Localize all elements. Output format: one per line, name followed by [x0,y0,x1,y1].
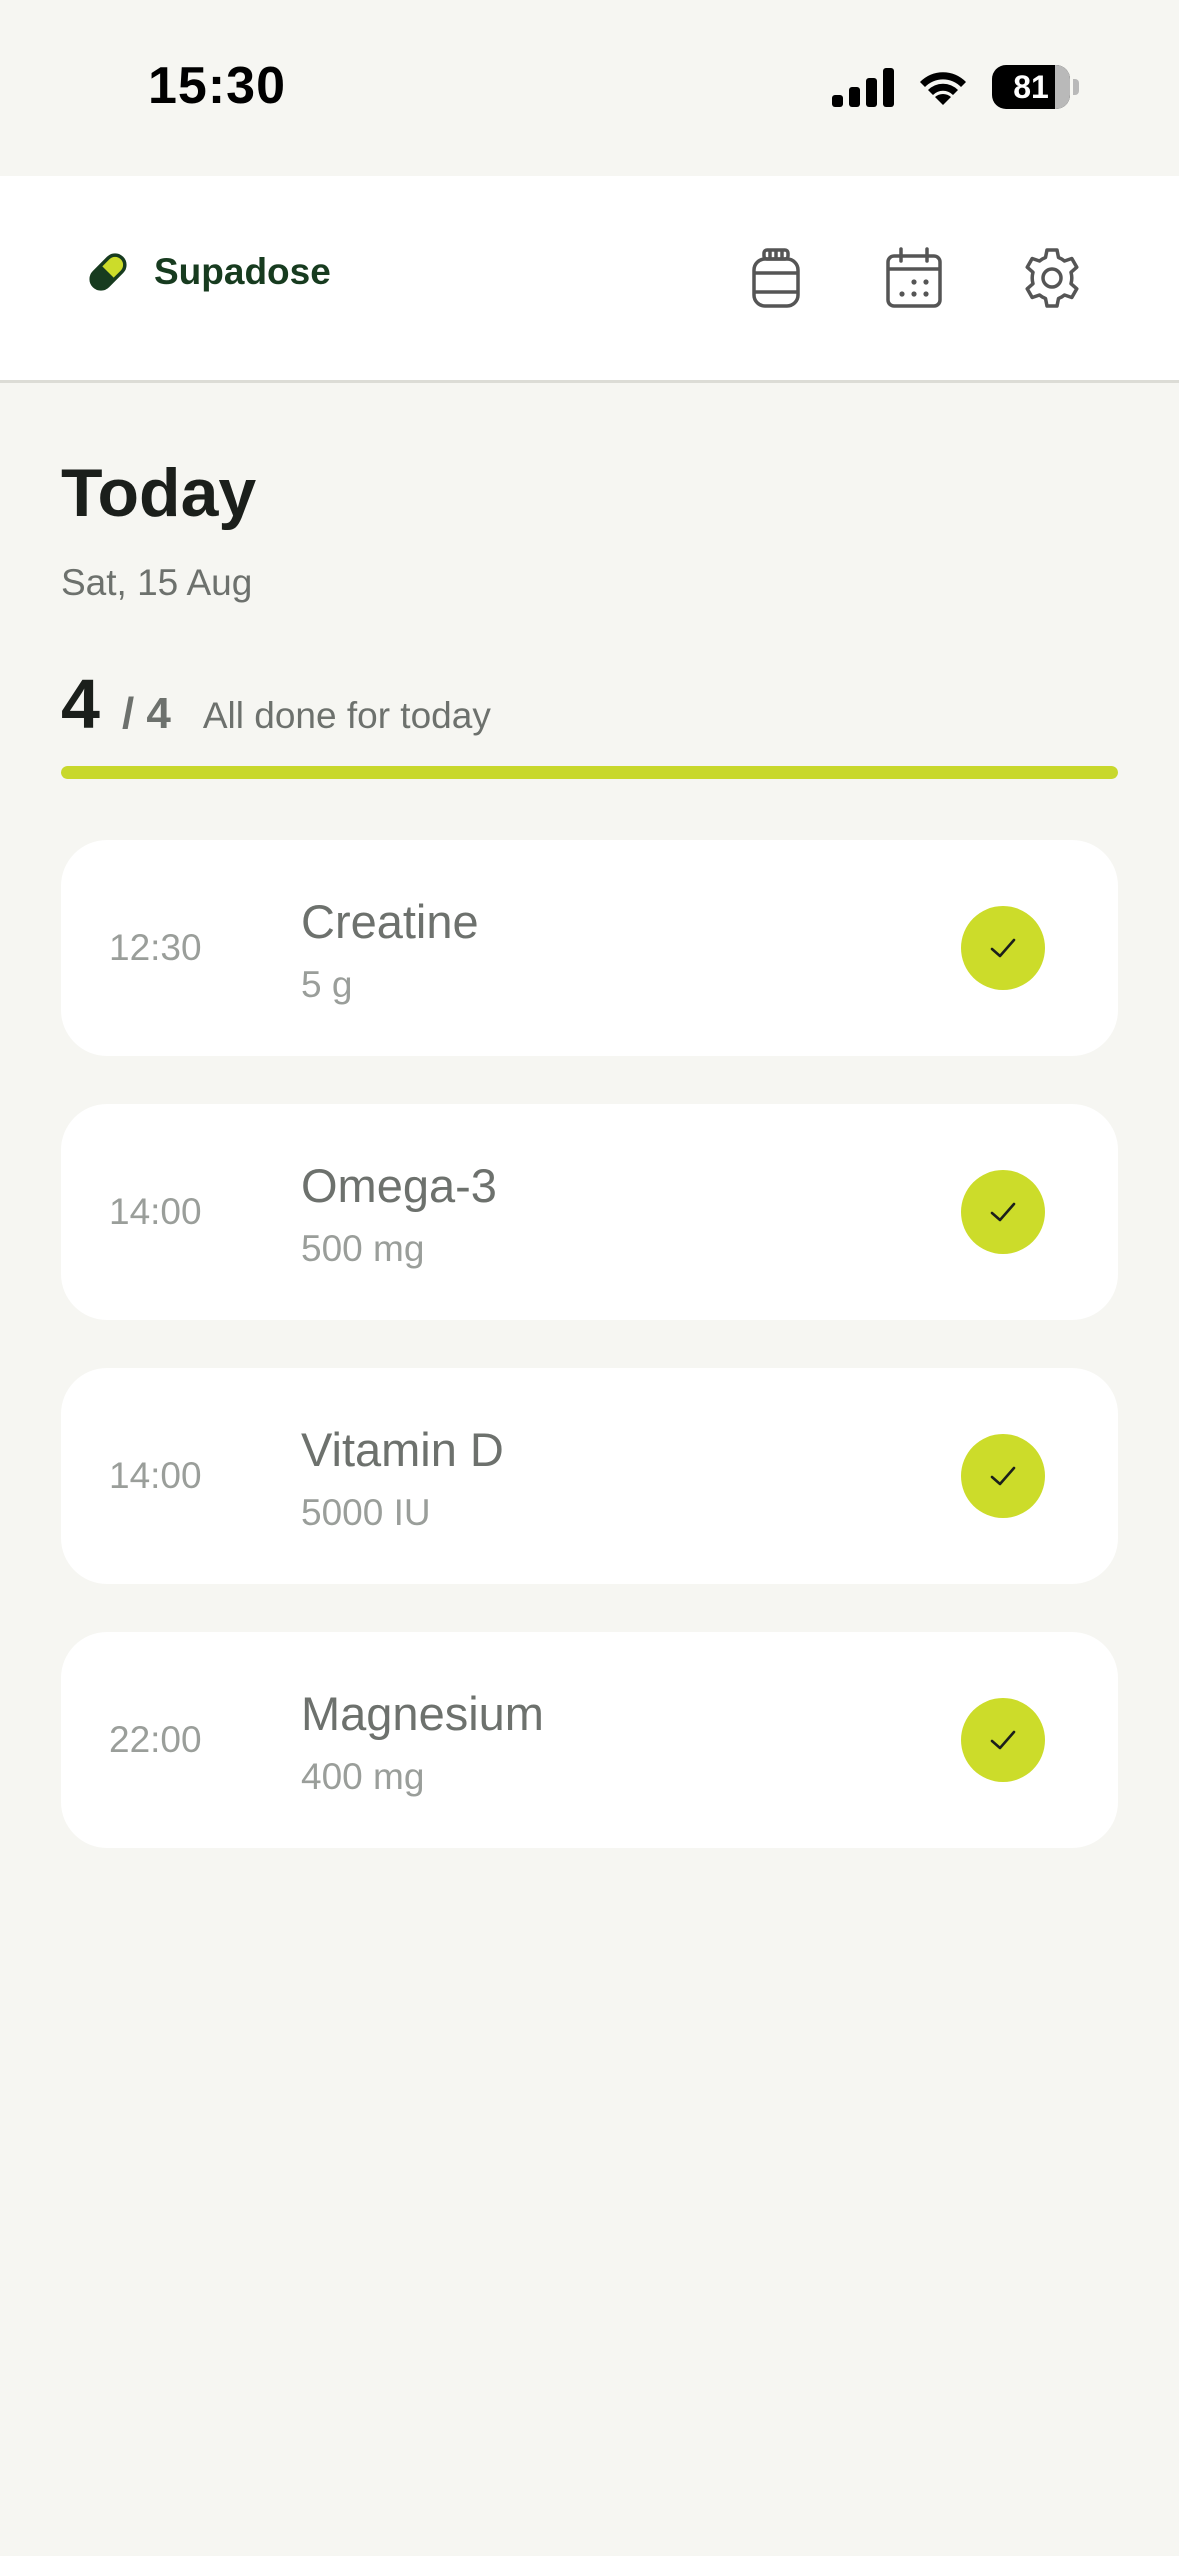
dose-amount: 400 mg [301,1756,425,1797]
dose-card[interactable]: 22:00 Magnesium 400 mg [61,1632,1118,1848]
calendar-icon [886,247,942,308]
settings-button[interactable] [1016,242,1088,314]
checkmark-icon [990,938,1016,958]
taken-toggle-button[interactable] [961,1170,1045,1254]
battery-level: 81 [1013,68,1049,105]
status-bar: 15:30 81 [0,0,1179,176]
status-time: 15:30 [148,57,286,115]
checkmark-icon [990,1466,1016,1486]
dose-time: 14:00 [109,1191,202,1232]
battery-empty-segment [1055,65,1070,109]
dose-time: 12:30 [109,927,202,968]
pill-icon [89,253,127,291]
dose-name: Omega-3 [301,1159,497,1212]
dose-card[interactable]: 12:30 Creatine 5 g [61,840,1118,1056]
checkmark-icon [990,1730,1016,1750]
progress-status-text: All done for today [202,695,491,736]
wifi-icon [920,72,966,105]
progress-summary: 4 / 4 All done for today [61,664,491,744]
dose-name: Magnesium [301,1687,544,1740]
battery-nub [1073,79,1079,95]
battery-icon: 81 [992,65,1070,109]
calendar-button[interactable] [878,242,950,314]
gear-icon [1025,248,1079,308]
dose-amount: 5000 IU [301,1492,431,1533]
app-header: Supadose [0,176,1179,383]
status-icons: 81 [832,64,1079,110]
taken-toggle-button[interactable] [961,1434,1045,1518]
dose-time: 14:00 [109,1455,202,1496]
jar-icon [752,248,800,308]
progress-done-count: 4 [61,665,100,743]
dose-name: Creatine [301,895,479,948]
brand[interactable]: Supadose [84,248,331,296]
cellular-signal-icon [832,68,894,107]
dose-amount: 5 g [301,964,353,1005]
dose-amount: 500 mg [301,1228,425,1269]
progress-bar-fill [61,766,1118,779]
taken-toggle-button[interactable] [961,906,1045,990]
supplements-button[interactable] [740,242,812,314]
dose-list: 12:30 Creatine 5 g 14:00 Omega-3 500 mg … [61,840,1118,1896]
page-date: Sat, 15 Aug [61,562,253,603]
dose-card[interactable]: 14:00 Vitamin D 5000 IU [61,1368,1118,1584]
dose-card[interactable]: 14:00 Omega-3 500 mg [61,1104,1118,1320]
dose-name: Vitamin D [301,1423,504,1476]
app-name: Supadose [154,251,331,292]
progress-bar [61,766,1118,779]
progress-total-count: / 4 [121,689,171,738]
dose-time: 22:00 [109,1719,202,1760]
taken-toggle-button[interactable] [961,1698,1045,1782]
page-title: Today [61,455,257,531]
checkmark-icon [990,1202,1016,1222]
